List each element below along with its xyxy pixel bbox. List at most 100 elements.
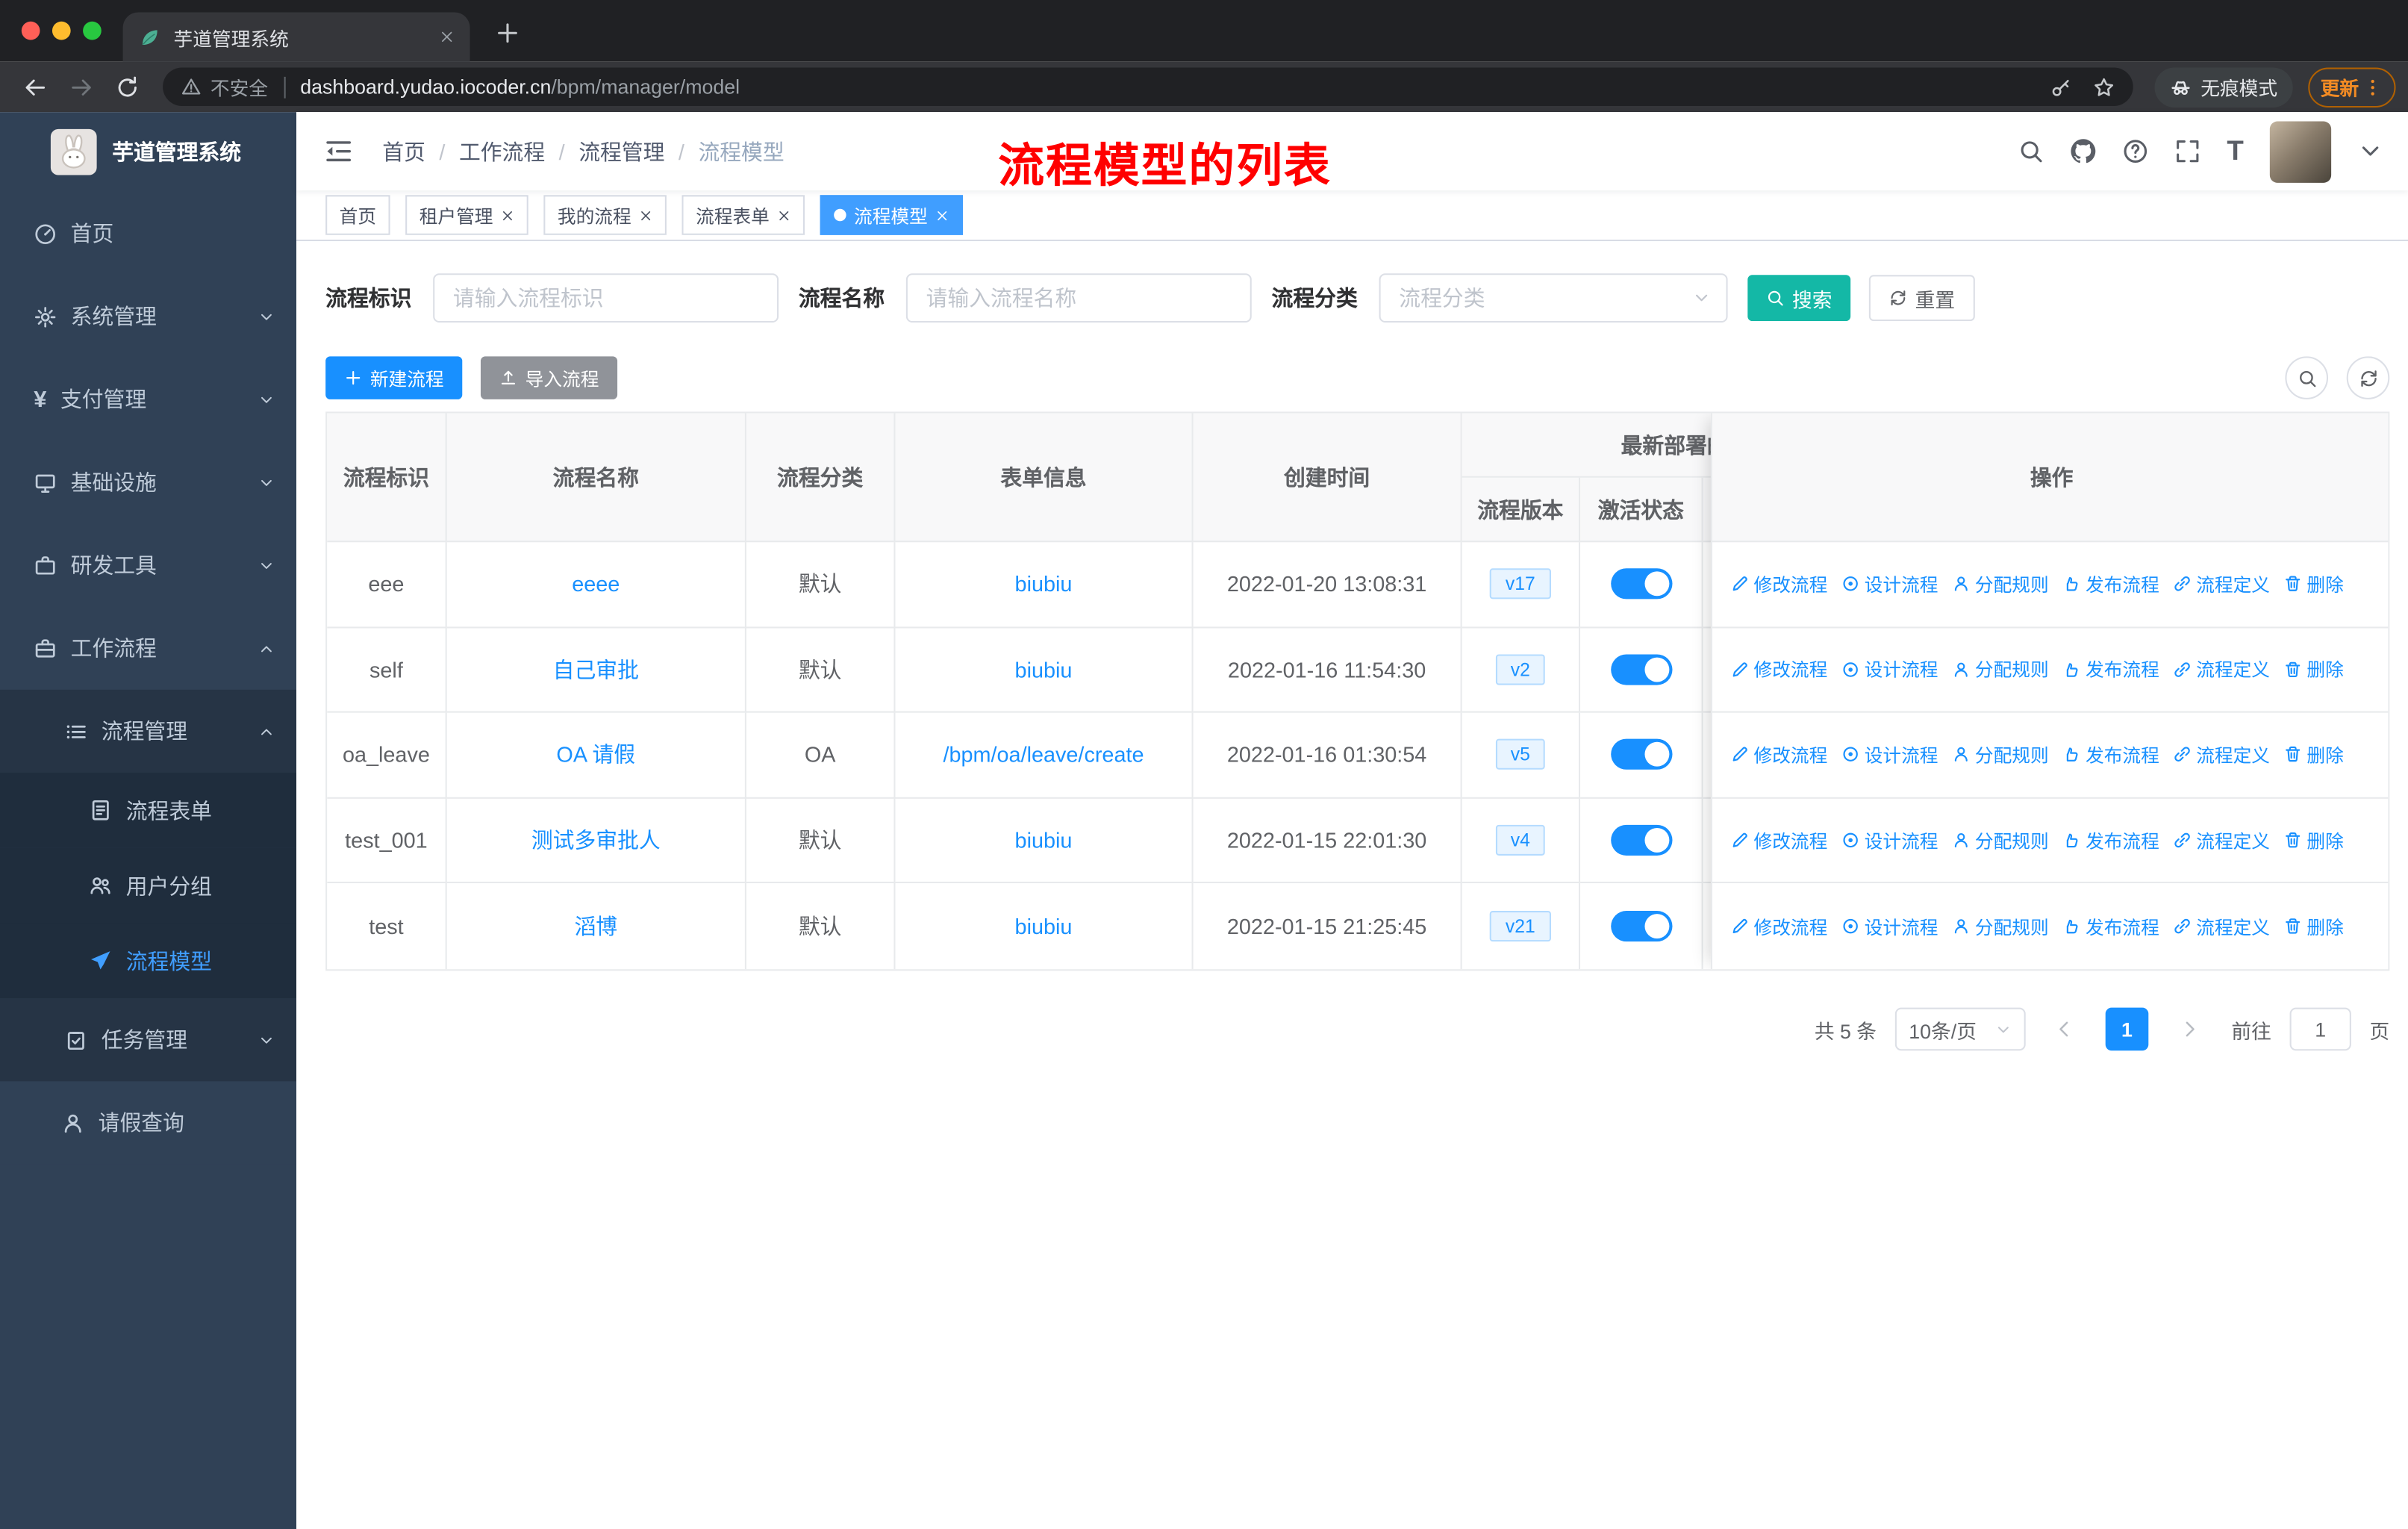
prev-page-button[interactable] [2044, 1008, 2083, 1051]
create-process-button[interactable]: 新建流程 [325, 356, 463, 399]
toggle-search-button[interactable] [2285, 356, 2329, 399]
refresh-table-button[interactable] [2346, 356, 2390, 399]
import-process-button[interactable]: 导入流程 [480, 356, 618, 399]
design-process-link[interactable]: 设计流程 [1841, 827, 1938, 853]
sidebar-item-payment[interactable]: ¥ 支付管理 [0, 358, 296, 440]
sidebar-item-workflow[interactable]: 工作流程 [0, 607, 296, 690]
delete-link[interactable]: 删除 [2284, 827, 2344, 853]
design-process-link[interactable]: 设计流程 [1841, 571, 1938, 597]
tag-home[interactable]: 首页 [325, 195, 390, 235]
active-toggle[interactable] [1610, 911, 1672, 942]
password-manager-icon[interactable] [2050, 76, 2072, 98]
publish-process-link[interactable]: 发布流程 [2062, 742, 2159, 768]
goto-page-input[interactable] [2289, 1007, 2351, 1051]
publish-process-link[interactable]: 发布流程 [2062, 571, 2159, 597]
assign-rule-link[interactable]: 分配规则 [1952, 913, 2049, 939]
sidebar-item-process-model[interactable]: 流程模型 [0, 923, 297, 999]
breadcrumb-item[interactable]: 工作流程 [459, 136, 545, 166]
tag-process-form[interactable]: 流程表单 [681, 195, 805, 235]
back-button[interactable] [12, 65, 58, 108]
edit-process-link[interactable]: 修改流程 [1731, 827, 1827, 853]
sidebar-item-user-group[interactable]: 用户分组 [0, 847, 297, 924]
model-name-link[interactable]: 滔博 [574, 911, 617, 941]
edit-process-link[interactable]: 修改流程 [1731, 742, 1827, 768]
tag-process-model[interactable]: 流程模型 [820, 195, 964, 235]
assign-rule-link[interactable]: 分配规则 [1952, 571, 2049, 597]
process-category-select[interactable]: 流程分类 [1379, 273, 1728, 323]
next-page-button[interactable] [2170, 1008, 2209, 1051]
tab-close-icon[interactable] [439, 29, 455, 45]
edit-process-link[interactable]: 修改流程 [1731, 571, 1827, 597]
form-info-link[interactable]: biubiu [1015, 828, 1073, 853]
window-zoom-button[interactable] [83, 21, 102, 40]
form-info-link[interactable]: biubiu [1015, 915, 1073, 939]
form-info-link[interactable]: biubiu [1015, 572, 1073, 597]
page-1-button[interactable]: 1 [2105, 1007, 2149, 1051]
process-definition-link[interactable]: 流程定义 [2173, 571, 2270, 597]
process-definition-link[interactable]: 流程定义 [2173, 656, 2270, 682]
sidebar-item-devtools[interactable]: 研发工具 [0, 524, 296, 607]
help-icon[interactable] [2123, 138, 2149, 164]
breadcrumb-item[interactable]: 首页 [382, 136, 425, 166]
process-id-input[interactable] [433, 273, 779, 323]
breadcrumb-item[interactable]: 流程管理 [578, 136, 664, 166]
edit-process-link[interactable]: 修改流程 [1731, 913, 1827, 939]
reset-button[interactable]: 重置 [1868, 275, 1975, 321]
assign-rule-link[interactable]: 分配规则 [1952, 656, 2049, 682]
sidebar-item-system[interactable]: 系统管理 [0, 275, 296, 358]
new-tab-button[interactable] [491, 17, 522, 48]
form-info-link[interactable]: /bpm/oa/leave/create [943, 743, 1144, 767]
edit-process-link[interactable]: 修改流程 [1731, 656, 1827, 682]
address-bar[interactable]: 不安全 dashboard.yudao.iocoder.cn /bpm/mana… [163, 67, 2133, 106]
model-name-link[interactable]: 测试多审批人 [531, 825, 661, 856]
reload-button[interactable] [105, 65, 151, 108]
browser-update-button[interactable]: 更新 [2308, 66, 2396, 107]
design-process-link[interactable]: 设计流程 [1841, 913, 1938, 939]
search-icon[interactable] [2018, 138, 2044, 164]
assign-rule-link[interactable]: 分配规则 [1952, 827, 2049, 853]
page-size-select[interactable]: 10条/页 [1894, 1007, 2026, 1051]
window-close-button[interactable] [21, 21, 40, 40]
github-icon[interactable] [2071, 138, 2097, 164]
sidebar-item-process-form[interactable]: 流程表单 [0, 772, 297, 848]
sidebar-item-task-management[interactable]: 任务管理 [0, 998, 297, 1082]
design-process-link[interactable]: 设计流程 [1841, 742, 1938, 768]
publish-process-link[interactable]: 发布流程 [2062, 656, 2159, 682]
forward-button[interactable] [58, 65, 105, 108]
assign-rule-link[interactable]: 分配规则 [1952, 742, 2049, 768]
tag-close-icon[interactable] [777, 208, 791, 222]
design-process-link[interactable]: 设计流程 [1841, 656, 1938, 682]
tag-close-icon[interactable] [501, 208, 515, 222]
bookmark-star-icon[interactable] [2093, 76, 2115, 98]
delete-link[interactable]: 删除 [2284, 913, 2344, 939]
search-button[interactable]: 搜索 [1747, 275, 1851, 321]
sidebar-collapse-button[interactable] [318, 131, 358, 171]
delete-link[interactable]: 删除 [2284, 656, 2344, 682]
user-avatar[interactable] [2269, 120, 2332, 182]
sidebar-item-leave-query[interactable]: 请假查询 [0, 1081, 297, 1165]
model-name-link[interactable]: OA 请假 [556, 740, 635, 770]
model-name-link[interactable]: 自己审批 [553, 654, 639, 685]
browser-tab[interactable]: 芋道管理系统 [122, 12, 470, 62]
process-definition-link[interactable]: 流程定义 [2173, 827, 2270, 853]
model-name-link[interactable]: eeee [572, 572, 620, 597]
form-info-link[interactable]: biubiu [1015, 657, 1073, 682]
window-minimize-button[interactable] [52, 21, 71, 40]
sidebar-item-process-management[interactable]: 流程管理 [0, 689, 297, 773]
active-toggle[interactable] [1610, 654, 1672, 685]
active-toggle[interactable] [1610, 568, 1672, 600]
active-toggle[interactable] [1610, 824, 1672, 856]
publish-process-link[interactable]: 发布流程 [2062, 913, 2159, 939]
publish-process-link[interactable]: 发布流程 [2062, 827, 2159, 853]
sidebar-item-infrastructure[interactable]: 基础设施 [0, 440, 296, 523]
process-definition-link[interactable]: 流程定义 [2173, 742, 2270, 768]
sidebar-item-home[interactable]: 首页 [0, 192, 296, 275]
tag-close-icon[interactable] [639, 208, 653, 222]
delete-link[interactable]: 删除 [2284, 571, 2344, 597]
active-toggle[interactable] [1610, 739, 1672, 770]
tag-my-process[interactable]: 我的流程 [543, 195, 667, 235]
tag-tenant-management[interactable]: 租户管理 [405, 195, 528, 235]
tag-close-icon[interactable] [935, 208, 949, 222]
process-definition-link[interactable]: 流程定义 [2173, 913, 2270, 939]
delete-link[interactable]: 删除 [2284, 742, 2344, 768]
